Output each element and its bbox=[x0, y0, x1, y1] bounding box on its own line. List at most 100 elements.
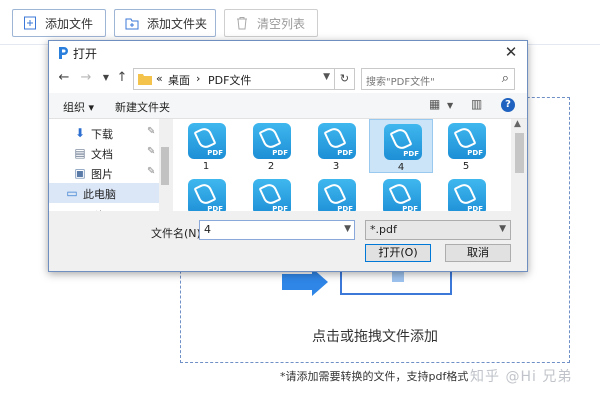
file-tile[interactable]: PDF bbox=[304, 175, 368, 211]
address-dropdown-icon[interactable]: ▼ bbox=[323, 72, 330, 82]
drag-arrow-icon bbox=[282, 268, 328, 296]
dialog-navbar: ← → ▼ ↑ « 桌面 › PDF文件 ▼ ↻ 搜索"PDF文件" ⌕ bbox=[49, 65, 527, 93]
file-name: 5 bbox=[462, 161, 470, 172]
pin-icon: ✎ bbox=[147, 166, 156, 177]
pdf-file-icon: PDF bbox=[188, 179, 226, 211]
scrollbar-thumb[interactable] bbox=[161, 147, 169, 185]
preview-pane-icon[interactable]: ▥ bbox=[471, 97, 482, 111]
recent-locations-chevron-icon[interactable]: ▼ bbox=[99, 73, 113, 82]
add-folder-label: 添加文件夹 bbox=[147, 16, 208, 31]
pdf-mark-icon bbox=[193, 125, 217, 151]
add-file-label: 添加文件 bbox=[45, 16, 94, 31]
file-tile[interactable]: PDF 3 bbox=[304, 119, 368, 173]
pdf-mark-icon bbox=[323, 125, 347, 151]
picture-icon: ▣ bbox=[74, 166, 86, 180]
filename-input[interactable]: 4 ▼ bbox=[199, 220, 355, 240]
file-grid-scrollbar[interactable]: ▲ bbox=[511, 119, 527, 211]
nav-item-downloads[interactable]: ⬇ 下载 ✎ bbox=[49, 123, 159, 143]
trash-icon bbox=[237, 17, 247, 30]
computer-icon: ▭ bbox=[66, 186, 78, 200]
dialog-titlebar: 打开 ✕ bbox=[49, 41, 527, 65]
pdf-icon-label: PDF bbox=[207, 205, 223, 211]
file-tile[interactable]: PDF bbox=[174, 175, 238, 211]
file-tile[interactable]: PDF 4 bbox=[369, 119, 433, 173]
pdf-icon-label: PDF bbox=[403, 150, 419, 158]
file-grid: PDF 1 PDF 2 PDF 3 PDF 4 PDF 5 PDF PDF PDF PDF PDF bbox=[173, 119, 511, 211]
close-icon[interactable]: ✕ bbox=[503, 43, 519, 61]
pin-icon: ✎ bbox=[147, 146, 156, 157]
pdf-file-icon: PDF bbox=[253, 179, 291, 211]
pdf-file-icon: PDF bbox=[448, 179, 486, 211]
pdf-mark-icon bbox=[453, 125, 477, 151]
filename-dropdown-icon[interactable]: ▼ bbox=[344, 224, 351, 234]
pdf-icon-label: PDF bbox=[337, 149, 353, 157]
file-name: 4 bbox=[397, 162, 405, 173]
nav-item-label: 文档 bbox=[91, 148, 113, 161]
nav-item-label: 下载 bbox=[91, 128, 113, 141]
forward-arrow-icon[interactable]: → bbox=[79, 70, 93, 85]
add-file-button[interactable]: 添加文件 bbox=[12, 9, 106, 37]
nav-pane-scrollbar[interactable] bbox=[159, 119, 171, 211]
pdf-mark-icon bbox=[193, 181, 217, 207]
address-bar[interactable]: « 桌面 › PDF文件 ▼ bbox=[133, 68, 335, 90]
command-bar: 组织 ▾ 新建文件夹 ▦ ▼ ▥ ? bbox=[49, 93, 527, 119]
scroll-up-icon[interactable]: ▲ bbox=[514, 119, 521, 129]
download-icon: ⬇ bbox=[74, 126, 86, 140]
nav-item-label: 图片 bbox=[91, 168, 113, 181]
watermark: 知乎 @Hi 兄弟 bbox=[470, 369, 573, 385]
pdf-icon-label: PDF bbox=[402, 205, 418, 211]
nav-item-label: 网络 bbox=[83, 208, 105, 211]
view-dropdown-icon[interactable]: ▼ bbox=[447, 101, 453, 110]
organize-menu[interactable]: 组织 ▾ bbox=[63, 99, 94, 115]
clear-list-button[interactable]: 清空列表 bbox=[224, 9, 318, 37]
open-file-dialog: 打开 ✕ ← → ▼ ↑ « 桌面 › PDF文件 ▼ ↻ 搜索"PDF文件" … bbox=[48, 40, 528, 272]
file-tile[interactable]: PDF bbox=[369, 175, 433, 211]
pdf-file-icon: PDF bbox=[383, 179, 421, 211]
add-folder-button[interactable]: 添加文件夹 bbox=[114, 9, 216, 37]
refresh-icon[interactable]: ↻ bbox=[335, 68, 355, 90]
view-options-icon[interactable]: ▦ bbox=[429, 97, 440, 111]
supported-format-note: *请添加需要转换的文件，支持pdf格式 bbox=[280, 370, 469, 383]
network-icon: ◎ bbox=[65, 208, 79, 211]
folder-icon bbox=[138, 74, 152, 85]
search-input[interactable]: 搜索"PDF文件" ⌕ bbox=[361, 68, 515, 90]
file-name: 1 bbox=[202, 161, 210, 172]
file-tile[interactable]: PDF 2 bbox=[239, 119, 303, 173]
pdf-file-icon: PDF bbox=[384, 124, 422, 160]
nav-item-this-pc[interactable]: ▭ 此电脑 bbox=[49, 183, 159, 203]
search-icon: ⌕ bbox=[501, 71, 509, 86]
back-arrow-icon[interactable]: ← bbox=[57, 70, 71, 85]
new-folder-button[interactable]: 新建文件夹 bbox=[115, 99, 170, 115]
pdf-mark-icon bbox=[258, 125, 282, 151]
pdf-icon-label: PDF bbox=[272, 149, 288, 157]
file-tile[interactable]: PDF 1 bbox=[174, 119, 238, 173]
address-segment-desktop[interactable]: 桌面 bbox=[168, 72, 190, 88]
pdf-mark-icon bbox=[258, 181, 282, 207]
add-file-icon bbox=[24, 16, 36, 30]
open-button[interactable]: 打开(O) bbox=[365, 244, 431, 262]
nav-item-documents[interactable]: ▤ 文档 ✎ bbox=[49, 143, 159, 163]
document-icon: ▤ bbox=[74, 146, 86, 160]
address-overflow[interactable]: « bbox=[156, 72, 163, 85]
file-tile[interactable]: PDF bbox=[239, 175, 303, 211]
filetype-dropdown-icon: ▼ bbox=[499, 224, 506, 234]
scrollbar-thumb[interactable] bbox=[515, 133, 524, 173]
address-segment-pdf[interactable]: PDF文件 bbox=[208, 72, 251, 88]
pdf-file-icon: PDF bbox=[318, 179, 356, 211]
pdf-mark-icon bbox=[453, 181, 477, 207]
address-separator: › bbox=[196, 72, 201, 85]
help-icon[interactable]: ? bbox=[501, 98, 515, 112]
filetype-select[interactable]: *.pdf ▼ bbox=[365, 220, 511, 240]
cancel-button[interactable]: 取消 bbox=[445, 244, 511, 262]
file-tile[interactable]: PDF 5 bbox=[434, 119, 498, 173]
pdf-icon-label: PDF bbox=[272, 205, 288, 211]
pdf-mark-icon bbox=[323, 181, 347, 207]
up-arrow-icon[interactable]: ↑ bbox=[115, 70, 129, 85]
pdf-icon-label: PDF bbox=[337, 205, 353, 211]
file-tile[interactable]: PDF bbox=[434, 175, 498, 211]
pdf-file-icon: PDF bbox=[188, 123, 226, 159]
nav-item-pictures[interactable]: ▣ 图片 ✎ bbox=[49, 163, 159, 183]
pdf-icon-label: PDF bbox=[467, 205, 483, 211]
pdf-file-icon: PDF bbox=[253, 123, 291, 159]
nav-item-network[interactable]: ◎ 网络 bbox=[49, 205, 159, 211]
